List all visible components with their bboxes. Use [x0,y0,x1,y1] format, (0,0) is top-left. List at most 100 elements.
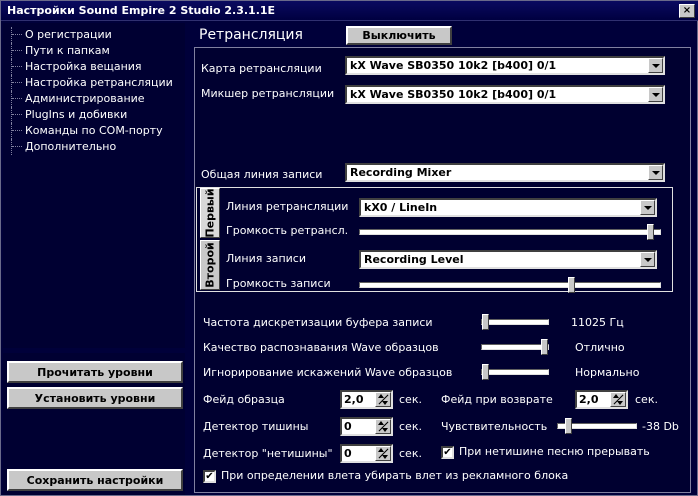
sample-fade-label: Фейд образца [203,393,285,406]
record-line-label: Линия записи [226,252,307,265]
return-fade-input[interactable]: 2,0 [575,390,628,409]
recognition-quality-value: Отлично [575,341,625,354]
chevron-down-icon[interactable] [648,87,663,102]
tab-first[interactable]: Первый [200,188,220,238]
relay-line-label: Линия ретрансляции [226,200,349,213]
sensitivity-slider[interactable] [557,418,637,434]
spin-divider [378,448,389,459]
tree-item-label: Настройка ретрансляции [25,76,173,89]
relay-line-select[interactable]: kX0 / LineIn [359,198,657,217]
interrupt-on-silence-label: При нетишине песню прерывать [459,445,650,458]
tree-item-label: Команды по COM-порту [25,124,163,137]
spin-divider [378,394,389,405]
relay-card-value: kX Wave SB0350 10k2 [b400] 0/1 [350,59,557,72]
recognition-quality-slider[interactable] [481,339,549,355]
tree-connector [11,27,23,43]
chevron-down-icon[interactable] [640,200,655,215]
common-record-line-label: Общая линия записи [201,168,323,181]
record-volume-slider[interactable] [359,277,661,293]
sensitivity-thumb[interactable] [565,418,572,434]
relay-line-value: kX0 / LineIn [364,201,438,214]
spin-arrows-icon[interactable] [375,419,391,434]
title-bar[interactable]: Настройки Sound Empire 2 Studio 2.3.1.1E… [1,1,698,21]
relay-settings-area: Ретрансляция Выключить Карта ретрансляци… [189,23,697,495]
section-title: Ретрансляция [199,27,303,43]
tab-first-label: Первый [203,188,217,238]
tree-connector [11,75,23,91]
remove-ad-entry-checkbox[interactable]: ✔ [203,470,216,483]
silence-detector-label: Детектор тишины [203,420,309,433]
distortion-ignore-thumb[interactable] [482,364,489,380]
relay-settings-panel: Карта ретрансляции kX Wave SB0350 10k2 [… [194,47,691,493]
settings-tree-panel: О регистрации Пути к папкам Настройка ве… [3,23,185,348]
tab-second[interactable]: Второй [200,240,220,290]
record-line-value: Recording Level [364,253,464,266]
window-title: Настройки Sound Empire 2 Studio 2.3.1.1E [7,4,276,17]
common-record-line-select[interactable]: Recording Mixer [345,163,665,182]
return-fade-label: Фейд при возврате [441,393,553,406]
left-button-panel: Прочитать уровни микшера Установить уров… [3,353,185,495]
read-mixer-levels-button[interactable]: Прочитать уровни микшера [7,361,183,399]
tree-connector [11,91,23,107]
spin-arrows-icon[interactable] [375,392,391,407]
relay-card-label: Карта ретрансляции [201,62,322,75]
line-tabs-group: Первый Второй Линия ретрансляции kX0 / L… [196,187,673,293]
settings-window: Настройки Sound Empire 2 Studio 2.3.1.1E… [0,0,698,496]
sample-rate-label: Частота дискретизации буфера записи [203,316,433,329]
tree-connector [11,123,23,139]
sample-rate-slider[interactable] [481,314,549,330]
sample-fade-input[interactable]: 2,0 [340,390,393,409]
tree-item-folder-paths[interactable]: Пути к папкам [7,43,173,59]
silence-detector-unit: сек. [399,420,422,433]
silence-detector-input[interactable]: 0 [340,417,393,436]
record-volume-label: Громкость записи [226,277,331,290]
relay-mixer-label: Микшер ретрансляции [201,87,335,100]
sample-fade-value: 2,0 [344,393,364,406]
remove-ad-entry-label: При определении влета убирать влет из ре… [221,469,569,482]
recognition-quality-thumb[interactable] [541,339,548,355]
tree-item-broadcast-settings[interactable]: Настройка вещания [7,59,173,75]
non-silence-detector-label: Детектор "нетишины" [203,447,333,460]
disable-relay-button[interactable]: Выключить [346,26,452,45]
tree-item-label: PlugIns и добивки [25,108,128,121]
chevron-down-icon[interactable] [648,165,663,180]
tree-item-label: Дополнительно [25,140,117,153]
tree-item-administration[interactable]: Администрирование [7,91,173,107]
set-levels-button[interactable]: Установить уровни [7,387,183,409]
close-button[interactable]: × [679,4,695,18]
tree-item-relay-settings[interactable]: Настройка ретрансляции [7,75,173,91]
tree-connector [11,43,23,59]
save-settings-button[interactable]: Сохранить настройки [7,469,183,491]
chevron-down-icon[interactable] [648,58,663,73]
sample-rate-value: 11025 Гц [571,316,624,329]
relay-mixer-select[interactable]: kX Wave SB0350 10k2 [b400] 0/1 [345,85,665,104]
relay-volume-slider[interactable] [359,224,661,240]
spin-divider [378,421,389,432]
spin-arrows-icon[interactable] [375,446,391,461]
chevron-down-icon[interactable] [640,252,655,267]
tree-item-registration[interactable]: О регистрации [7,27,173,43]
settings-tree: О регистрации Пути к папкам Настройка ве… [7,27,173,155]
record-volume-thumb[interactable] [568,277,575,293]
non-silence-detector-input[interactable]: 0 [340,444,393,463]
non-silence-detector-unit: сек. [399,447,422,460]
relay-volume-thumb[interactable] [647,224,654,240]
sample-rate-thumb[interactable] [482,314,489,330]
tree-item-label: Администрирование [25,92,145,105]
tab-second-label: Второй [203,242,217,288]
spin-arrows-icon[interactable] [610,392,626,407]
tree-item-additional[interactable]: Дополнительно [7,139,173,155]
return-fade-unit: сек. [635,393,658,406]
distortion-ignore-label: Игнорирование искажений Wave образцов [203,366,453,379]
tree-item-com-port-commands[interactable]: Команды по COM-порту [7,123,173,139]
record-line-select[interactable]: Recording Level [359,250,657,269]
interrupt-on-silence-checkbox[interactable]: ✔ [441,446,454,459]
tree-item-plugins[interactable]: PlugIns и добивки [7,107,173,123]
tree-connector [11,139,23,155]
distortion-ignore-value: Нормально [575,366,640,379]
relay-card-select[interactable]: kX Wave SB0350 10k2 [b400] 0/1 [345,56,665,75]
silence-detector-value: 0 [344,420,352,433]
relay-volume-label: Громкость ретрансл. [226,224,349,237]
distortion-ignore-slider[interactable] [481,364,549,380]
tree-item-label: Пути к папкам [25,44,110,57]
